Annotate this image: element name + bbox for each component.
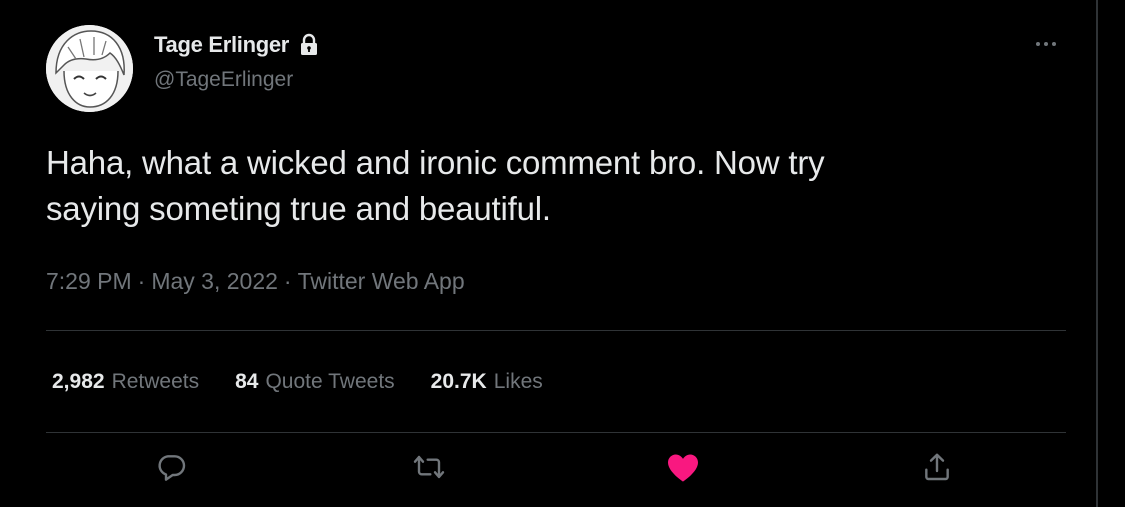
likes-label: Likes xyxy=(493,370,543,393)
avatar[interactable] xyxy=(46,25,133,112)
timeline-border xyxy=(1096,0,1098,507)
divider xyxy=(46,330,1066,331)
heart-icon[interactable] xyxy=(665,450,701,486)
divider xyxy=(46,432,1066,433)
meta-separator: · xyxy=(137,268,146,294)
retweets-label: Retweets xyxy=(111,370,200,393)
reply-icon[interactable] xyxy=(156,451,188,483)
quote-tweets-stat[interactable]: 84 Quote Tweets xyxy=(235,370,395,394)
display-name[interactable]: Tage Erlinger xyxy=(154,32,289,58)
share-icon[interactable] xyxy=(921,450,953,484)
tweet-meta: 7:29 PM · May 3, 2022 · Twitter Web App xyxy=(46,268,465,295)
tweet-stats: 2,982 Retweets 84 Quote Tweets 20.7K Lik… xyxy=(52,366,543,398)
tweet-source[interactable]: Twitter Web App xyxy=(298,268,465,295)
author-name-row[interactable]: Tage Erlinger xyxy=(154,28,321,62)
quote-tweets-label: Quote Tweets xyxy=(265,370,395,393)
meta-separator: · xyxy=(283,268,292,294)
tweet-text-line: Haha, what a wicked and ironic comment b… xyxy=(46,144,825,181)
retweet-icon[interactable] xyxy=(412,451,446,483)
more-options-icon[interactable] xyxy=(1028,32,1064,56)
tweet-date[interactable]: May 3, 2022 xyxy=(151,268,278,295)
lock-icon xyxy=(301,33,318,55)
tweet-text: Haha, what a wicked and ironic comment b… xyxy=(46,140,1076,232)
retweets-stat[interactable]: 2,982 Retweets xyxy=(52,370,199,394)
tweet-text-line: saying someting true and beautiful. xyxy=(46,190,551,227)
author-handle[interactable]: @TageErlinger xyxy=(154,68,293,92)
retweets-count: 2,982 xyxy=(52,370,105,393)
tweet-time[interactable]: 7:29 PM xyxy=(46,268,132,295)
likes-stat[interactable]: 20.7K Likes xyxy=(431,370,543,394)
quote-tweets-count: 84 xyxy=(235,370,259,393)
likes-count: 20.7K xyxy=(430,370,487,393)
